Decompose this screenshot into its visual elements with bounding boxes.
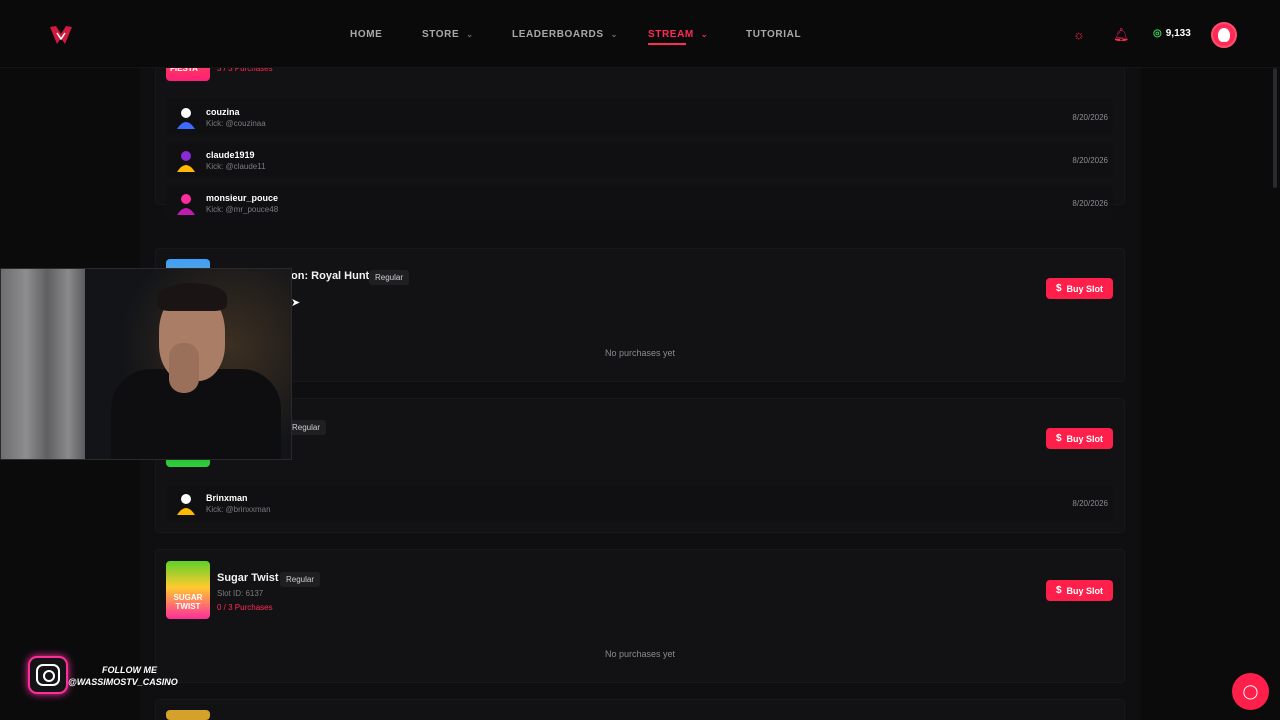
sun-icon[interactable]: ☼ bbox=[1073, 27, 1085, 42]
slot-title: Sugar Twist bbox=[217, 572, 279, 584]
buyer-avatar-icon bbox=[177, 108, 195, 129]
user-avatar-icon[interactable] bbox=[1211, 22, 1237, 48]
nav-stream[interactable]: STREAM ⌄ bbox=[648, 29, 708, 40]
active-tab-indicator bbox=[648, 43, 686, 45]
slot-thumbnail: SUGAR TWIST bbox=[166, 561, 210, 619]
nav-store[interactable]: STORE ⌄ bbox=[422, 29, 474, 40]
nav-home[interactable]: HOME bbox=[350, 29, 382, 40]
slot-type-badge: Regular bbox=[369, 270, 410, 285]
slot-type-badge: Regular bbox=[286, 420, 327, 435]
buyer-row: monsieur_pouce Kick: @mr_pouce48 8/20/20… bbox=[166, 185, 1113, 221]
chat-bubble-button[interactable]: ◯ bbox=[1232, 673, 1269, 710]
dollar-icon: $ bbox=[1055, 283, 1062, 294]
no-purchases-text: No purchases yet bbox=[604, 348, 676, 358]
dollar-icon: $ bbox=[1055, 433, 1062, 444]
buy-slot-button[interactable]: $ Buy Slot bbox=[1046, 580, 1113, 601]
streamer-webcam bbox=[0, 268, 292, 460]
dollar-icon: $ bbox=[1055, 585, 1062, 596]
buyer-row: Brinxman Kick: @brinxxman 8/20/2026 bbox=[166, 485, 1113, 521]
buyer-avatar-icon bbox=[177, 194, 195, 215]
buy-slot-button[interactable]: $ Buy Slot bbox=[1046, 278, 1113, 299]
page-scrollbar[interactable] bbox=[1273, 68, 1277, 188]
bell-icon[interactable]: 🔔︎ bbox=[1113, 27, 1130, 43]
slot-thumbnail bbox=[166, 710, 210, 720]
buyer-avatar-icon bbox=[177, 494, 195, 515]
coin-icon: ◎ bbox=[1153, 28, 1162, 39]
slot-title: on: Royal Hunt bbox=[291, 270, 370, 282]
mouse-cursor-icon: ➤ bbox=[291, 297, 301, 309]
instagram-icon bbox=[28, 656, 68, 694]
nav-leaderboards[interactable]: LEADERBOARDS ⌄ bbox=[512, 29, 618, 40]
coin-balance[interactable]: ◎ 9,133 bbox=[1153, 28, 1191, 39]
buyer-avatar-icon bbox=[177, 151, 195, 172]
chat-icon: ◯ bbox=[1242, 683, 1259, 699]
buy-slot-button[interactable]: $ Buy Slot bbox=[1046, 428, 1113, 449]
slot-card bbox=[155, 549, 1125, 683]
nav-tutorial[interactable]: TUTORIAL bbox=[746, 29, 801, 40]
buyer-row: couzina Kick: @couzinaa 8/20/2026 bbox=[166, 99, 1113, 135]
buyer-row: claude1919 Kick: @claude11 8/20/2026 bbox=[166, 142, 1113, 178]
slot-type-badge: Regular bbox=[280, 572, 321, 587]
chevron-down-icon: ⌄ bbox=[700, 30, 709, 39]
slot-id: Slot ID: 6137 bbox=[217, 589, 264, 598]
slot-purchases-count: 0 / 3 Purchases bbox=[217, 603, 273, 612]
main-nav: HOME STORE ⌄ LEADERBOARDS ⌄ STREAM ⌄ TUTORI… bbox=[0, 0, 1280, 68]
chevron-down-icon: ⌄ bbox=[466, 30, 474, 39]
slot-card bbox=[155, 248, 1125, 382]
chevron-down-icon: ⌄ bbox=[610, 30, 618, 39]
no-purchases-text: No purchases yet bbox=[604, 649, 676, 659]
follow-me-text: FOLLOW ME @WASSIMOSTV_CASINO bbox=[68, 665, 178, 687]
slot-card bbox=[155, 699, 1125, 720]
top-navbar: HOME STORE ⌄ LEADERBOARDS ⌄ STREAM ⌄ TUTORI… bbox=[0, 0, 1280, 68]
